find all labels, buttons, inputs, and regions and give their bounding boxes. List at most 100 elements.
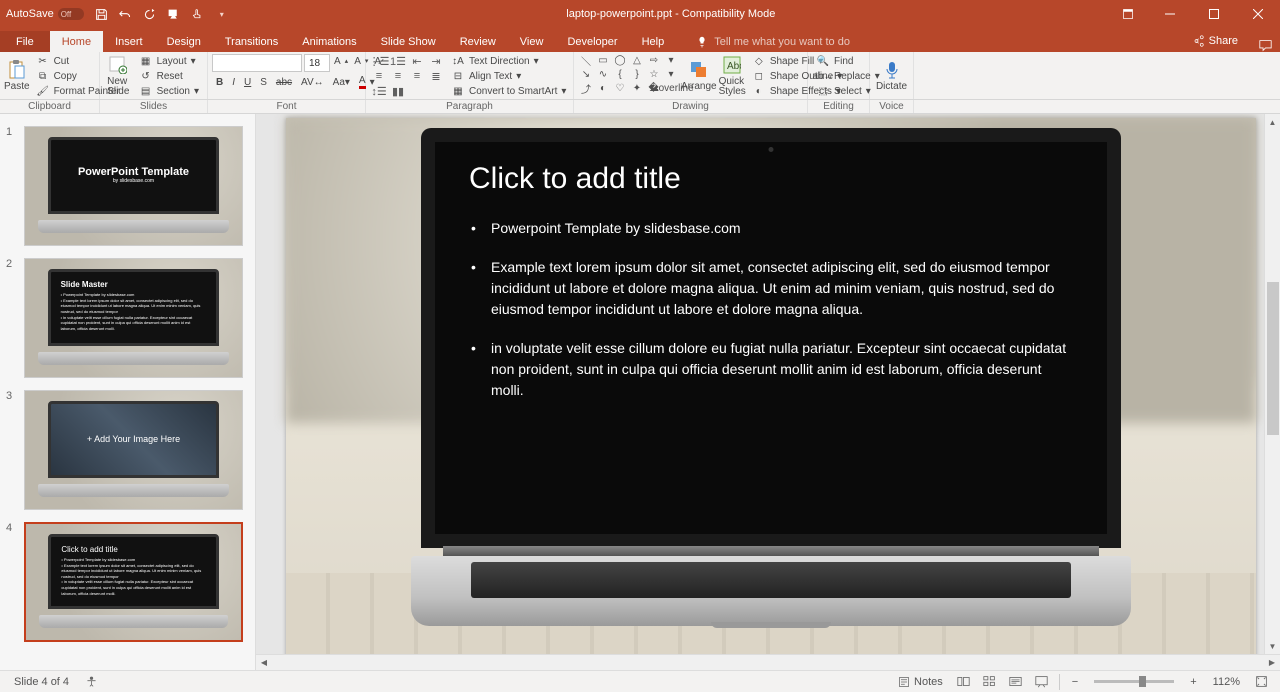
normal-view-icon[interactable] <box>951 671 977 693</box>
redo-icon[interactable] <box>138 0 162 28</box>
reading-view-icon[interactable] <box>1003 671 1029 693</box>
bullets-icon[interactable]: ⋮☰ <box>370 54 388 68</box>
zoom-slider-handle[interactable] <box>1139 676 1146 687</box>
columns-icon[interactable]: ▮▮ <box>389 84 407 98</box>
tab-review[interactable]: Review <box>448 31 508 52</box>
justify-icon[interactable]: ≣ <box>427 69 445 83</box>
slide-thumbnail-4[interactable]: 4 Click to add title• Powerpoint Templat… <box>0 518 255 650</box>
slide-thumbnail-2[interactable]: 2 Slide Master• Powerpoint Template by s… <box>0 254 255 386</box>
comments-icon[interactable] <box>1250 39 1280 52</box>
shape-rect-icon[interactable]: ▭ <box>595 54 611 67</box>
section-button[interactable]: ▤Section ▾ <box>135 84 203 98</box>
qat-customize-icon[interactable]: ▾ <box>210 0 234 28</box>
line-spacing-icon[interactable]: ↕☰ <box>370 84 388 98</box>
scroll-up-icon[interactable]: ▲ <box>1265 114 1280 130</box>
align-text-button[interactable]: ⊟Align Text ▾ <box>447 69 570 83</box>
shape-callout-icon[interactable]: ◐ <box>595 82 611 95</box>
zoom-out-icon[interactable]: − <box>1064 671 1086 693</box>
tab-slideshow[interactable]: Slide Show <box>369 31 448 52</box>
tab-insert[interactable]: Insert <box>103 31 155 52</box>
ribbon-display-options-icon[interactable] <box>1108 8 1148 20</box>
bullet-item[interactable]: in voluptate velit esse cillum dolore eu… <box>469 338 1073 401</box>
font-size-combo[interactable]: 18 <box>304 54 330 72</box>
minimize-icon[interactable] <box>1148 0 1192 28</box>
current-slide[interactable]: Click to add title Powerpoint Template b… <box>286 118 1256 654</box>
font-family-combo[interactable] <box>212 54 302 72</box>
share-button[interactable]: Share <box>1180 30 1250 52</box>
shape-oval-icon[interactable]: ◯ <box>612 54 628 67</box>
align-right-icon[interactable]: ≡ <box>408 69 426 83</box>
char-spacing-icon[interactable]: AV↔ <box>297 75 328 89</box>
slide-thumbnail-panel[interactable]: 1 PowerPoint Templateby slidesbase.com 2… <box>0 114 256 670</box>
shape-arrow-icon[interactable]: ⇨ <box>646 54 662 67</box>
slide-title-placeholder[interactable]: Click to add title <box>469 162 1073 196</box>
align-left-icon[interactable]: ≡ <box>370 69 388 83</box>
slideshow-view-icon[interactable] <box>1029 671 1055 693</box>
autosave-toggle[interactable]: AutoSave Off <box>6 8 84 20</box>
shape-triangle-icon[interactable]: △ <box>629 54 645 67</box>
increase-indent-icon[interactable]: ⇥ <box>427 54 445 68</box>
tab-home[interactable]: Home <box>50 31 103 52</box>
shape-rbrace-icon[interactable]: } <box>629 68 645 81</box>
shadow-icon[interactable]: S <box>256 75 271 89</box>
scroll-down-icon[interactable]: ▼ <box>1265 638 1280 654</box>
undo-icon[interactable] <box>114 0 138 28</box>
numbering-icon[interactable]: 1☰ <box>389 54 407 68</box>
layout-button[interactable]: ▦Layout ▾ <box>135 54 203 68</box>
bullet-item[interactable]: Example text lorem ipsum dolor sit amet,… <box>469 257 1073 320</box>
scroll-thumb[interactable] <box>1267 282 1279 434</box>
change-case-icon[interactable]: Aa▾ <box>329 75 354 89</box>
tab-developer[interactable]: Developer <box>555 31 629 52</box>
laptop-screen-content[interactable]: Click to add title Powerpoint Template b… <box>421 128 1121 548</box>
shape-line2-icon[interactable]: ↘ <box>578 68 594 81</box>
bullet-item[interactable]: Powerpoint Template by slidesbase.com <box>469 218 1073 239</box>
reset-button[interactable]: ↺Reset <box>135 69 203 83</box>
increase-font-icon[interactable]: A▴ <box>332 54 350 68</box>
tab-view[interactable]: View <box>508 31 556 52</box>
slide-thumbnail-3[interactable]: 3 + Add Your Image Here <box>0 386 255 518</box>
italic-icon[interactable]: I <box>228 75 239 89</box>
slide-thumbnail-1[interactable]: 1 PowerPoint Templateby slidesbase.com <box>0 122 255 254</box>
decrease-indent-icon[interactable]: ⇤ <box>408 54 426 68</box>
accessibility-checker-icon[interactable] <box>77 671 106 693</box>
paste-button[interactable]: Paste <box>4 54 30 98</box>
save-icon[interactable] <box>90 0 114 28</box>
autosave-switch-icon[interactable]: Off <box>58 8 84 20</box>
underline-icon[interactable]: U <box>240 75 255 89</box>
convert-smartart-button[interactable]: ▦Convert to SmartArt ▾ <box>447 84 570 98</box>
close-icon[interactable] <box>1236 0 1280 28</box>
strikethrough-icon[interactable]: abc <box>272 75 296 89</box>
shape-lbrace-icon[interactable]: { <box>612 68 628 81</box>
shape-expand-icon[interactable]: �overline <box>663 82 679 95</box>
tab-help[interactable]: Help <box>630 31 677 52</box>
tab-design[interactable]: Design <box>155 31 213 52</box>
shape-curve-icon[interactable]: ∿ <box>595 68 611 81</box>
tell-me-search[interactable]: Tell me what you want to do <box>684 31 862 52</box>
shapes-gallery[interactable]: ＼▭◯△⇨▾ ↘∿{}☆▾ ⤴◐♡✦☁�overline <box>578 54 679 95</box>
horizontal-scrollbar[interactable]: ◀ ▶ <box>256 654 1280 670</box>
shape-connector-icon[interactable]: ⤴ <box>578 82 594 95</box>
zoom-level[interactable]: 112% <box>1205 671 1248 693</box>
tab-file[interactable]: File <box>0 31 50 52</box>
shape-more2-icon[interactable]: ▾ <box>663 68 679 81</box>
start-from-beginning-icon[interactable] <box>162 0 186 28</box>
zoom-slider[interactable] <box>1094 680 1174 683</box>
slide-sorter-view-icon[interactable] <box>977 671 1003 693</box>
bold-icon[interactable]: B <box>212 75 227 89</box>
text-direction-button[interactable]: ↕AText Direction ▾ <box>447 54 570 68</box>
scroll-right-icon[interactable]: ▶ <box>1264 655 1280 671</box>
shape-star-icon[interactable]: ☆ <box>646 68 662 81</box>
shape-heart-icon[interactable]: ♡ <box>612 82 628 95</box>
dictate-button[interactable]: Dictate <box>874 54 909 98</box>
vertical-scrollbar[interactable]: ▲ ▼ <box>1264 114 1280 654</box>
shape-line-icon[interactable]: ＼ <box>578 54 594 67</box>
align-center-icon[interactable]: ≡ <box>389 69 407 83</box>
shape-sun-icon[interactable]: ✦ <box>629 82 645 95</box>
slide-counter[interactable]: Slide 4 of 4 <box>6 671 77 693</box>
fit-to-window-icon[interactable] <box>1248 671 1274 693</box>
touch-mode-icon[interactable] <box>186 0 210 28</box>
zoom-in-icon[interactable]: + <box>1182 671 1204 693</box>
slide-canvas[interactable]: Click to add title Powerpoint Template b… <box>256 114 1264 654</box>
shape-more1-icon[interactable]: ▾ <box>663 54 679 67</box>
tab-animations[interactable]: Animations <box>290 31 368 52</box>
